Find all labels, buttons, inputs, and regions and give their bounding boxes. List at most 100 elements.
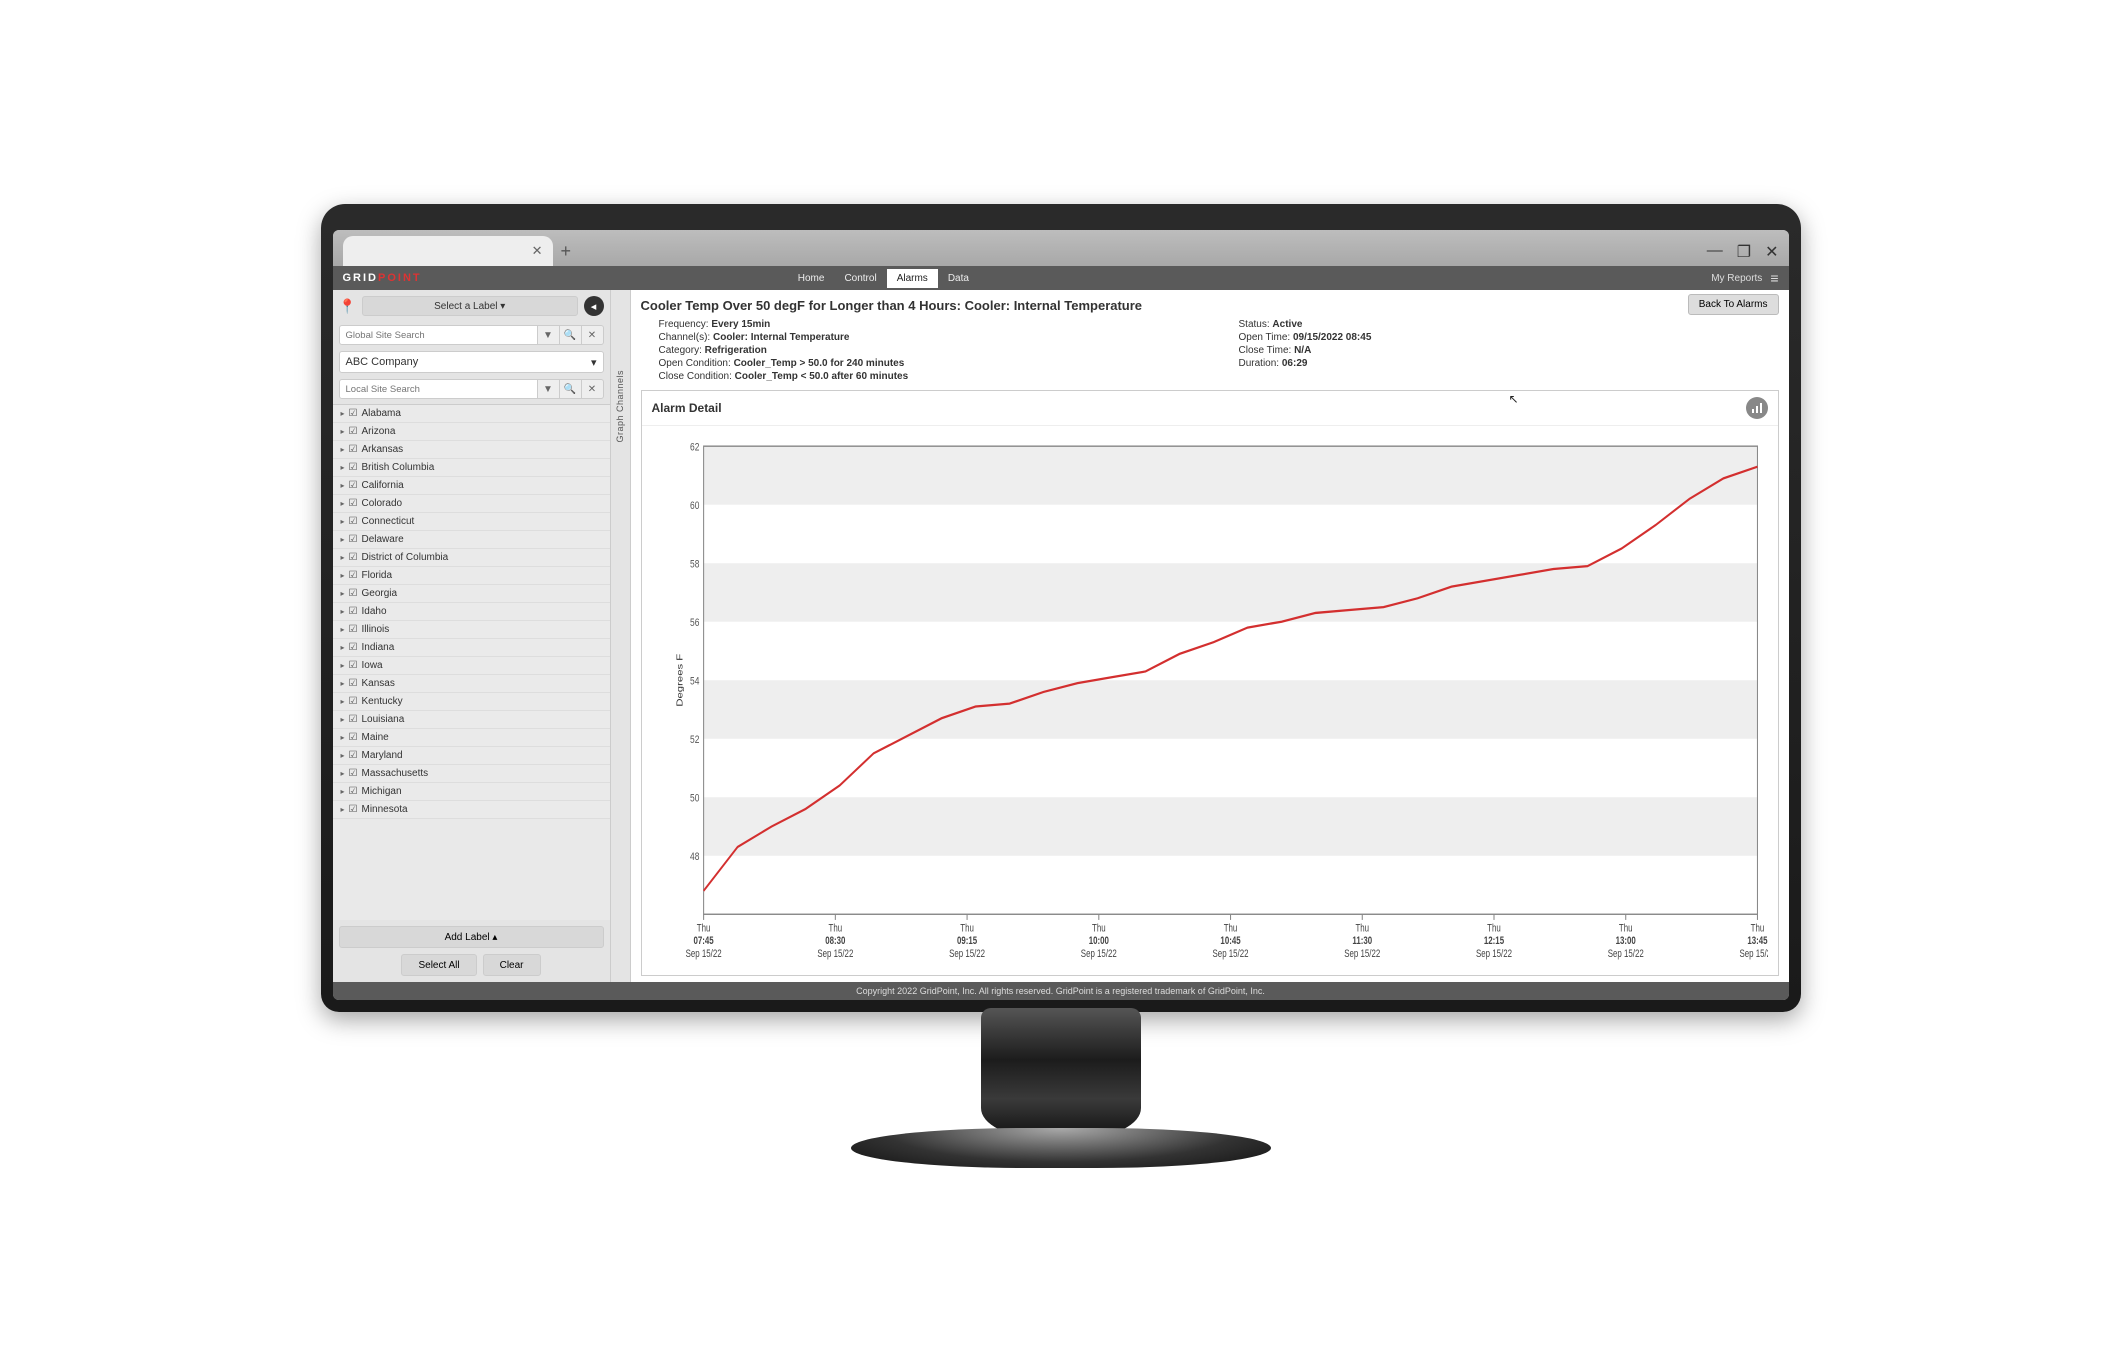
graph-channels-tab[interactable]: Graph Channels [611, 290, 631, 982]
tree-item[interactable]: ▸☑Indiana [333, 639, 610, 657]
collapse-sidebar-button[interactable]: ◂ [584, 296, 604, 316]
checkbox-icon[interactable]: ☑ [349, 624, 358, 635]
checkbox-icon[interactable]: ☑ [349, 768, 358, 779]
checkbox-icon[interactable]: ☑ [349, 732, 358, 743]
hamburger-icon[interactable]: ≡ [1770, 270, 1778, 286]
checkbox-icon[interactable]: ☑ [349, 804, 358, 815]
tree-item[interactable]: ▸☑Connecticut [333, 513, 610, 531]
nav-alarms[interactable]: Alarms [887, 269, 938, 288]
browser-tab[interactable]: ✕ [343, 236, 553, 266]
minimize-button[interactable]: — [1707, 242, 1723, 262]
tree-item[interactable]: ▸☑Alabama [333, 405, 610, 423]
tree-item[interactable]: ▸☑Kentucky [333, 693, 610, 711]
checkbox-icon[interactable]: ☑ [349, 678, 358, 689]
tree-item[interactable]: ▸☑Maryland [333, 747, 610, 765]
clear-button[interactable]: Clear [483, 954, 541, 976]
filter-icon[interactable]: ▼ [538, 379, 560, 399]
tree-item[interactable]: ▸☑Arkansas [333, 441, 610, 459]
tree-item[interactable]: ▸☑Massachusetts [333, 765, 610, 783]
checkbox-icon[interactable]: ☑ [349, 534, 358, 545]
tree-item[interactable]: ▸☑Minnesota [333, 801, 610, 819]
tree-label: Maryland [361, 750, 402, 761]
tree-item[interactable]: ▸☑British Columbia [333, 459, 610, 477]
checkbox-icon[interactable]: ☑ [349, 552, 358, 563]
filter-icon[interactable]: ▼ [538, 325, 560, 345]
clear-search-icon[interactable]: ✕ [582, 379, 604, 399]
svg-text:Sep 15/22: Sep 15/22 [1344, 948, 1380, 959]
checkbox-icon[interactable]: ☑ [349, 696, 358, 707]
chart-header: Alarm Detail [642, 391, 1778, 426]
caret-icon: ▸ [341, 481, 345, 490]
clear-search-icon[interactable]: ✕ [582, 325, 604, 345]
checkbox-icon[interactable]: ☑ [349, 444, 358, 455]
nav-control[interactable]: Control [834, 269, 886, 288]
global-search-row: ▼ 🔍 ✕ [333, 322, 610, 348]
svg-text:10:00: 10:00 [1088, 935, 1108, 946]
tree-item[interactable]: ▸☑Florida [333, 567, 610, 585]
nav-home[interactable]: Home [788, 269, 835, 288]
caret-icon: ▸ [341, 571, 345, 580]
select-all-button[interactable]: Select All [401, 954, 476, 976]
maximize-button[interactable]: ❐ [1737, 242, 1751, 262]
checkbox-icon[interactable]: ☑ [349, 660, 358, 671]
pin-icon[interactable]: 📍 [339, 298, 356, 315]
checkbox-icon[interactable]: ☑ [349, 480, 358, 491]
checkbox-icon[interactable]: ☑ [349, 588, 358, 599]
checkbox-icon[interactable]: ☑ [349, 462, 358, 473]
tree-item[interactable]: ▸☑Arizona [333, 423, 610, 441]
monitor-stand-neck [981, 1008, 1141, 1138]
caret-icon: ▸ [341, 697, 345, 706]
tab-close-icon[interactable]: ✕ [532, 243, 543, 259]
caret-icon: ▸ [341, 409, 345, 418]
tree-item[interactable]: ▸☑Kansas [333, 675, 610, 693]
tree-item[interactable]: ▸☑Illinois [333, 621, 610, 639]
tree-item[interactable]: ▸☑Iowa [333, 657, 610, 675]
caret-icon: ▸ [341, 589, 345, 598]
checkbox-icon[interactable]: ☑ [349, 498, 358, 509]
search-icon[interactable]: 🔍 [560, 325, 582, 345]
new-tab-button[interactable]: + [561, 241, 578, 266]
checkbox-icon[interactable]: ☑ [349, 516, 358, 527]
tree-item[interactable]: ▸☑Georgia [333, 585, 610, 603]
checkbox-icon[interactable]: ☑ [349, 714, 358, 725]
checkbox-icon[interactable]: ☑ [349, 606, 358, 617]
tree-item[interactable]: ▸☑Delaware [333, 531, 610, 549]
checkbox-icon[interactable]: ☑ [349, 642, 358, 653]
tree-item[interactable]: ▸☑Colorado [333, 495, 610, 513]
search-icon[interactable]: 🔍 [560, 379, 582, 399]
tree-label: Arizona [361, 426, 395, 437]
nav-data[interactable]: Data [938, 269, 979, 288]
checkbox-icon[interactable]: ☑ [349, 786, 358, 797]
tree-item[interactable]: ▸☑District of Columbia [333, 549, 610, 567]
svg-text:62: 62 [690, 441, 700, 453]
caret-icon: ▸ [341, 553, 345, 562]
chart-export-icon[interactable] [1746, 397, 1768, 419]
svg-text:11:30: 11:30 [1352, 935, 1372, 946]
caret-icon: ▸ [341, 517, 345, 526]
tree-item[interactable]: ▸☑Michigan [333, 783, 610, 801]
tree-item[interactable]: ▸☑California [333, 477, 610, 495]
global-search-input[interactable] [339, 325, 538, 345]
checkbox-icon[interactable]: ☑ [349, 426, 358, 437]
tree-label: Colorado [361, 498, 402, 509]
tree-label: Minnesota [361, 804, 407, 815]
my-reports-link[interactable]: My Reports ≡ [1711, 270, 1778, 286]
svg-text:Sep 15/22: Sep 15/22 [949, 948, 985, 959]
select-label-button[interactable]: Select a Label ▾ [362, 296, 578, 316]
tree-item[interactable]: ▸☑Louisiana [333, 711, 610, 729]
local-search-input[interactable] [339, 379, 538, 399]
back-to-alarms-button[interactable]: Back To Alarms [1688, 294, 1779, 315]
close-button[interactable]: ✕ [1765, 242, 1778, 262]
checkbox-icon[interactable]: ☑ [349, 408, 358, 419]
svg-text:Sep 15/22: Sep 15/22 [1607, 948, 1643, 959]
tree-item[interactable]: ▸☑Maine [333, 729, 610, 747]
chart-card: Alarm Detail 4850525456586062Degrees FTh… [641, 390, 1779, 976]
add-label-button[interactable]: Add Label ▴ [339, 926, 604, 948]
caret-icon: ▸ [341, 733, 345, 742]
checkbox-icon[interactable]: ☑ [349, 750, 358, 761]
caret-icon: ▸ [341, 769, 345, 778]
checkbox-icon[interactable]: ☑ [349, 570, 358, 581]
tree-item[interactable]: ▸☑Idaho [333, 603, 610, 621]
company-select[interactable]: ABC Company ▾ [339, 351, 604, 373]
site-tree[interactable]: ▸☑Alabama▸☑Arizona▸☑Arkansas▸☑British Co… [333, 404, 610, 920]
